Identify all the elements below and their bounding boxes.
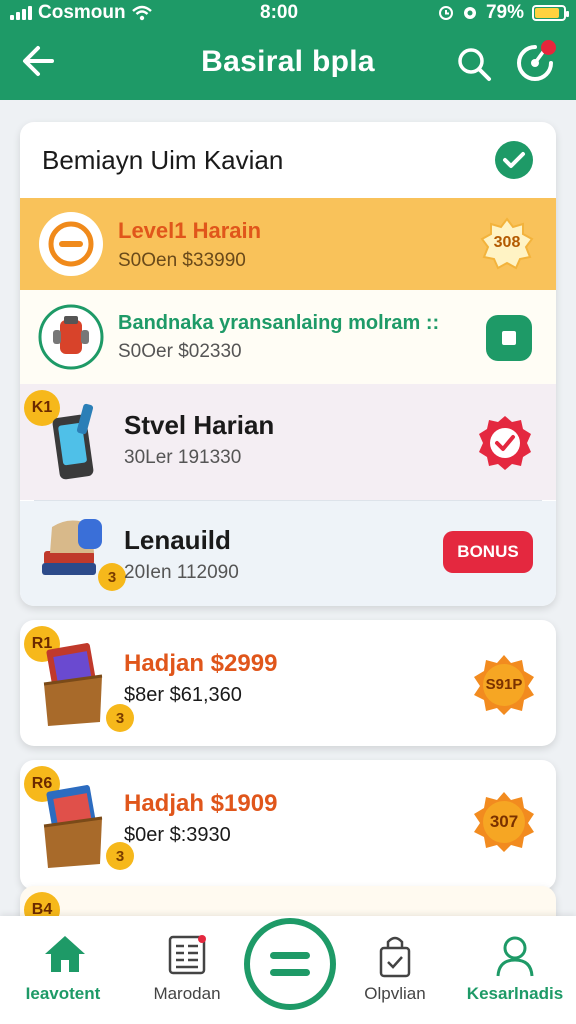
alarm-icon bbox=[438, 6, 453, 20]
notification-dot bbox=[541, 40, 556, 55]
item-subtitle: 30Ler 191330 bbox=[124, 447, 242, 468]
wifi-icon bbox=[131, 5, 152, 21]
nav-home[interactable]: Ieavotent bbox=[8, 916, 118, 1024]
main-list-card: Bemiayn Uim Kavian Level1 Harain S0Oen $… bbox=[20, 122, 556, 606]
carrier-name: Cosmoun bbox=[38, 2, 126, 23]
item-subtitle: S0Oer $02330 bbox=[118, 341, 242, 362]
badge-value: 307 bbox=[489, 812, 519, 831]
nav-profile[interactable]: Kesarlnadis bbox=[460, 916, 570, 1024]
card-title: Bemiayn Uim Kavian bbox=[42, 144, 284, 175]
item-title: Bandnaka yransanlaing molram :: bbox=[118, 312, 440, 334]
battery-percent: 79% bbox=[485, 2, 524, 23]
nav-label: Kesarlnadis bbox=[466, 984, 564, 1003]
robot-icon bbox=[38, 304, 104, 370]
card-header: Bemiayn Uim Kavian bbox=[20, 122, 556, 198]
seal-badge: 308 bbox=[480, 217, 534, 271]
check-circle-icon[interactable] bbox=[494, 140, 534, 180]
list-item[interactable]: 3 Lenauild 20Ien 112090 BONUS bbox=[20, 501, 556, 606]
nav-options[interactable]: Olpvlian bbox=[340, 916, 450, 1024]
count-badge: 3 bbox=[106, 704, 134, 732]
status-bar: Cosmoun 8:00 79% bbox=[0, 0, 576, 26]
equals-icon bbox=[270, 952, 310, 976]
user-icon bbox=[496, 936, 534, 977]
books-icon bbox=[42, 519, 102, 575]
menu-center-button[interactable] bbox=[244, 918, 336, 1010]
list-item[interactable]: Level1 Harain S0Oen $33990 308 bbox=[20, 198, 556, 290]
nav-label: Marodan bbox=[153, 984, 221, 1003]
verified-badge-icon bbox=[479, 416, 531, 470]
item-title: Lenauild bbox=[124, 525, 231, 555]
nav-label: Ieavotent bbox=[25, 984, 101, 1003]
item-subtitle: S0Oen $33990 bbox=[118, 250, 246, 271]
list-item[interactable]: K1 Stvel Harian 30Ler 191330 bbox=[20, 384, 556, 500]
treasure-box-icon bbox=[43, 643, 103, 726]
bonus-button[interactable]: BONUS bbox=[443, 531, 533, 573]
badge-value: 308 bbox=[493, 234, 521, 251]
reward-badge: S91P bbox=[472, 653, 536, 717]
item-title: Level1 Harain bbox=[118, 218, 262, 243]
coin-icon bbox=[39, 212, 103, 276]
home-icon bbox=[45, 936, 85, 972]
clock: 8:00 bbox=[260, 2, 299, 23]
list-item[interactable]: Bandnaka yransanlaing molram :: S0Oer $0… bbox=[20, 290, 556, 384]
count-badge: 3 bbox=[98, 563, 126, 591]
app-header: Cosmoun 8:00 79% Basiral bpla bbox=[0, 0, 576, 100]
phone-icon bbox=[52, 403, 94, 480]
item-subtitle: 20Ien 112090 bbox=[124, 562, 239, 583]
reward-badge: 307 bbox=[472, 790, 536, 854]
list-item[interactable]: R1 3 Hadjan $2999 $8er $61,360 S91P bbox=[20, 620, 556, 746]
item-subtitle: $8er $61,360 bbox=[124, 684, 242, 706]
gear-icon bbox=[463, 7, 476, 19]
battery-icon bbox=[532, 5, 569, 21]
signal-icon bbox=[10, 6, 32, 20]
item-subtitle: $0er $:3930 bbox=[124, 824, 231, 846]
treasure-box-icon bbox=[43, 785, 103, 868]
calendar-icon bbox=[168, 935, 206, 975]
item-title: Hadjan $2999 bbox=[124, 650, 278, 677]
badge-value: S91P bbox=[485, 676, 523, 693]
nav-schedule[interactable]: Marodan bbox=[132, 916, 242, 1024]
stop-square-icon[interactable] bbox=[486, 315, 532, 361]
list-item[interactable]: R6 3 Hadjah $1909 $0er $:3930 307 bbox=[20, 760, 556, 890]
notifications-button[interactable] bbox=[512, 40, 558, 86]
item-title: Stvel Harian bbox=[124, 410, 275, 440]
item-title: Hadjah $1909 bbox=[124, 790, 278, 817]
nav-label: Olpvlian bbox=[364, 984, 426, 1003]
shopping-bag-icon bbox=[379, 936, 411, 978]
search-icon[interactable] bbox=[454, 44, 494, 84]
